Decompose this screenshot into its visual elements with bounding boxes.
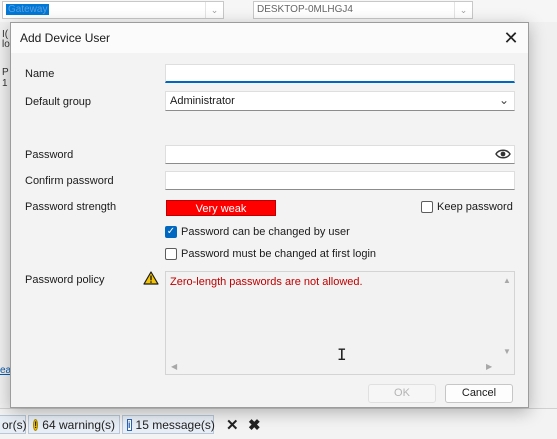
keep-password-checkbox[interactable]: Keep password bbox=[421, 201, 513, 213]
password-policy-label: Password policy bbox=[25, 274, 105, 286]
errors-indicator[interactable]: or(s) bbox=[0, 415, 27, 434]
background-combo-right[interactable]: DESKTOP-0MLHGJ4 ⌄ bbox=[253, 1, 473, 19]
background-combo-right-value: DESKTOP-0MLHGJ4 bbox=[257, 4, 353, 15]
warnings-label: 64 warning(s) bbox=[42, 418, 115, 432]
ok-button[interactable]: OK bbox=[368, 384, 436, 403]
password-label: Password bbox=[25, 149, 74, 161]
dialog-title: Add Device User bbox=[20, 31, 111, 45]
background-text-fragment: lo bbox=[2, 39, 10, 50]
password-must-change-checkbox[interactable]: Password must be changed at first login bbox=[165, 248, 376, 260]
name-label: Name bbox=[25, 68, 55, 80]
background-text-fragment: 1 bbox=[2, 78, 8, 89]
password-strength-label: Password strength bbox=[25, 201, 117, 213]
chevron-down-icon: ⌄ bbox=[498, 93, 509, 107]
background-toolbar: Gateway ⌄ DESKTOP-0MLHGJ4 ⌄ bbox=[0, 0, 557, 22]
cancel-button[interactable]: Cancel bbox=[445, 384, 513, 403]
password-input[interactable] bbox=[165, 145, 515, 164]
password-can-be-changed-checkbox[interactable]: ✓ Password can be changed by user bbox=[165, 226, 350, 238]
scroll-right-icon[interactable]: ▶ bbox=[486, 362, 492, 371]
checkmark-icon: ✓ bbox=[165, 226, 177, 238]
checkbox-box bbox=[421, 201, 433, 213]
default-group-label: Default group bbox=[25, 96, 92, 108]
vertical-scrollbar[interactable]: ▲ ▼ bbox=[499, 272, 514, 360]
password-can-be-changed-label: Password can be changed by user bbox=[181, 226, 350, 238]
default-group-select[interactable]: Administrator ⌄ bbox=[165, 91, 515, 111]
dialog-titlebar[interactable]: Add Device User ✕ bbox=[11, 23, 528, 53]
messages-indicator[interactable]: i 15 message(s) bbox=[122, 415, 215, 434]
scroll-up-icon[interactable]: ▲ bbox=[503, 276, 511, 285]
horizontal-scrollbar[interactable]: ◀ ▶ bbox=[166, 359, 500, 374]
background-combo-left[interactable]: Gateway ⌄ bbox=[2, 1, 224, 19]
name-input[interactable] bbox=[165, 64, 515, 83]
confirm-password-label: Confirm password bbox=[25, 175, 114, 187]
keep-password-label: Keep password bbox=[437, 201, 513, 213]
default-group-value: Administrator bbox=[170, 95, 235, 107]
errors-fragment-label: or(s) bbox=[2, 418, 27, 432]
password-policy-message: Zero-length passwords are not allowed. bbox=[170, 276, 363, 288]
info-icon: i bbox=[127, 419, 132, 431]
clear-all-icon[interactable]: ✖ bbox=[248, 416, 261, 434]
close-icon[interactable]: ✕ bbox=[500, 27, 522, 49]
confirm-password-input[interactable] bbox=[165, 171, 515, 190]
chevron-down-icon: ⌄ bbox=[454, 2, 472, 18]
status-bar: or(s) ! 64 warning(s) i 15 message(s) ✕ … bbox=[0, 408, 557, 439]
checkbox-box bbox=[165, 248, 177, 260]
eye-icon[interactable] bbox=[495, 148, 511, 160]
background-text-fragment: P bbox=[2, 67, 9, 78]
clear-icon[interactable]: ✕ bbox=[226, 416, 239, 434]
add-device-user-dialog: Add Device User ✕ Name Default group Adm… bbox=[10, 22, 529, 408]
password-strength-meter: Very weak bbox=[166, 200, 276, 216]
warnings-indicator[interactable]: ! 64 warning(s) bbox=[28, 415, 120, 434]
messages-label: 15 message(s) bbox=[135, 418, 215, 432]
scroll-left-icon[interactable]: ◀ bbox=[171, 362, 177, 371]
scroll-down-icon[interactable]: ▼ bbox=[503, 347, 511, 356]
warning-icon: ! bbox=[33, 419, 39, 431]
text-cursor-icon: I bbox=[337, 345, 347, 364]
warning-triangle-icon bbox=[143, 271, 159, 285]
background-combo-left-value: Gateway bbox=[6, 4, 50, 15]
password-must-change-label: Password must be changed at first login bbox=[181, 248, 377, 260]
chevron-down-icon: ⌄ bbox=[205, 2, 223, 18]
